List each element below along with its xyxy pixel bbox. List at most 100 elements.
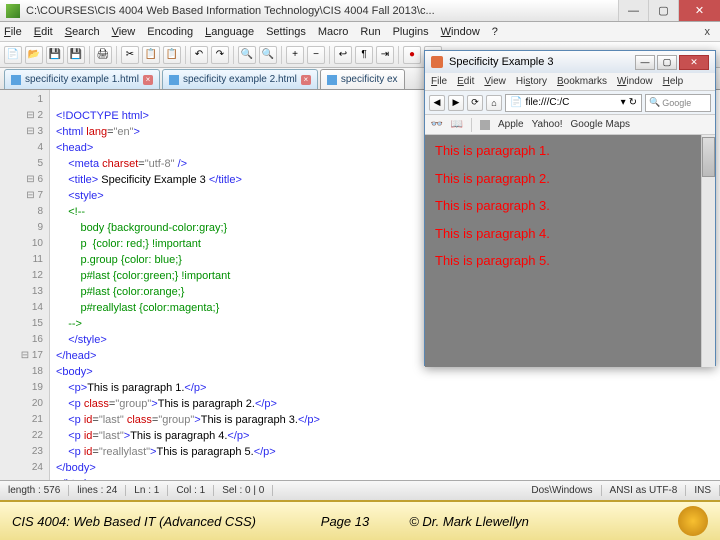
wrap-icon[interactable]: ↩ bbox=[334, 46, 352, 64]
status-ln: Ln : 1 bbox=[126, 485, 168, 496]
reload-button[interactable]: ⟳ bbox=[467, 95, 483, 111]
rendered-p4: This is paragraph 4. bbox=[435, 226, 705, 242]
zoom-out-icon[interactable]: − bbox=[307, 46, 325, 64]
show-chars-icon[interactable]: ¶ bbox=[355, 46, 373, 64]
macro-record-icon[interactable]: ● bbox=[403, 46, 421, 64]
save-icon[interactable]: 💾 bbox=[46, 46, 64, 64]
find-icon[interactable]: 🔍 bbox=[238, 46, 256, 64]
slide-footer: CIS 4004: Web Based IT (Advanced CSS) Pa… bbox=[0, 500, 720, 540]
print-icon[interactable]: 🖨 bbox=[94, 46, 112, 64]
go-button[interactable]: ↻ bbox=[629, 97, 637, 108]
zoom-in-icon[interactable]: + bbox=[286, 46, 304, 64]
status-length: length : 576 bbox=[0, 485, 69, 496]
footer-center: Page 13 bbox=[281, 514, 409, 529]
browser-menu-help[interactable]: Help bbox=[663, 76, 684, 87]
indent-icon[interactable]: ⇥ bbox=[376, 46, 394, 64]
browser-menu-edit[interactable]: Edit bbox=[457, 76, 474, 87]
tab-close-icon[interactable]: × bbox=[143, 75, 153, 85]
redo-icon[interactable]: ↷ bbox=[211, 46, 229, 64]
browser-app-icon bbox=[431, 56, 443, 68]
browser-close-button[interactable]: ✕ bbox=[679, 55, 709, 70]
browser-menu-history[interactable]: History bbox=[516, 76, 547, 87]
rendered-p5: This is paragraph 5. bbox=[435, 253, 705, 269]
tab-label: specificity example 2.html bbox=[183, 74, 297, 85]
menu-run[interactable]: Run bbox=[360, 26, 380, 38]
rendered-p1: This is paragraph 1. bbox=[435, 143, 705, 159]
replace-icon[interactable]: 🔍 bbox=[259, 46, 277, 64]
browser-titlebar: Specificity Example 3 — ▢ ✕ bbox=[425, 51, 715, 73]
rendered-p2: This is paragraph 2. bbox=[435, 171, 705, 187]
footer-right: © Dr. Mark Llewellyn bbox=[409, 514, 678, 529]
bookmark-apple-icon bbox=[480, 120, 490, 130]
tab-label: specificity ex bbox=[341, 74, 398, 85]
new-file-icon[interactable]: 📄 bbox=[4, 46, 22, 64]
menu-view[interactable]: View bbox=[112, 26, 136, 38]
search-engine-icon: 🔍 bbox=[649, 97, 660, 108]
open-file-icon[interactable]: 📂 bbox=[25, 46, 43, 64]
browser-menu-window[interactable]: Window bbox=[617, 76, 653, 87]
undo-icon[interactable]: ↶ bbox=[190, 46, 208, 64]
window-title: C:\COURSES\CIS 4004 Web Based Informatio… bbox=[26, 5, 618, 17]
status-encoding: ANSI as UTF-8 bbox=[602, 485, 687, 496]
back-button[interactable]: ◀ bbox=[429, 95, 445, 111]
menu-window[interactable]: Window bbox=[441, 26, 480, 38]
menu-macro[interactable]: Macro bbox=[318, 26, 349, 38]
menu-settings[interactable]: Settings bbox=[266, 26, 306, 38]
home-button[interactable]: ⌂ bbox=[486, 95, 502, 111]
tab-close-icon[interactable]: × bbox=[301, 75, 311, 85]
rendered-p3: This is paragraph 3. bbox=[435, 198, 705, 214]
browser-title: Specificity Example 3 bbox=[449, 56, 554, 68]
forward-button[interactable]: ▶ bbox=[448, 95, 464, 111]
tab-file-2[interactable]: specificity example 2.html × bbox=[162, 69, 318, 89]
search-field[interactable]: 🔍 Google bbox=[645, 94, 711, 112]
menu-close-x[interactable]: x bbox=[699, 26, 717, 38]
page-icon: 📄 bbox=[510, 97, 522, 108]
menu-language[interactable]: Language bbox=[205, 26, 254, 38]
footer-left: CIS 4004: Web Based IT (Advanced CSS) bbox=[12, 514, 281, 529]
browser-minimize-button[interactable]: — bbox=[635, 55, 655, 70]
bookmark-yahoo[interactable]: Yahoo! bbox=[532, 119, 563, 130]
tab-file-1[interactable]: specificity example 1.html × bbox=[4, 69, 160, 89]
browser-menubar: File Edit View History Bookmarks Window … bbox=[425, 73, 715, 91]
bookmark-apple[interactable]: Apple bbox=[498, 119, 524, 130]
save-all-icon[interactable]: 💾 bbox=[67, 46, 85, 64]
menu-encoding[interactable]: Encoding bbox=[147, 26, 193, 38]
bookmark-book-icon[interactable]: 📖 bbox=[451, 119, 463, 131]
file-icon bbox=[11, 75, 21, 85]
bookmark-readinglist-icon[interactable]: 👓 bbox=[431, 119, 443, 131]
cut-icon[interactable]: ✂ bbox=[121, 46, 139, 64]
footer-logo-icon bbox=[678, 506, 708, 536]
line-gutter: 1⊟ 2 ⊟ 34 5⊟ 6 ⊟ 78 910 1112 1314 1516 ⊟… bbox=[0, 90, 50, 480]
browser-menu-bookmarks[interactable]: Bookmarks bbox=[557, 76, 607, 87]
close-button[interactable]: ✕ bbox=[678, 0, 720, 21]
browser-scrollbar[interactable] bbox=[701, 135, 715, 367]
browser-menu-view[interactable]: View bbox=[484, 76, 506, 87]
dropdown-icon[interactable]: ▾ bbox=[621, 97, 626, 108]
menu-help[interactable]: ? bbox=[492, 26, 498, 38]
browser-window: Specificity Example 3 — ▢ ✕ File Edit Vi… bbox=[424, 50, 716, 366]
copy-icon[interactable]: 📋 bbox=[142, 46, 160, 64]
app-icon bbox=[6, 4, 20, 18]
file-icon bbox=[169, 75, 179, 85]
bookmark-gmaps[interactable]: Google Maps bbox=[571, 119, 630, 130]
tab-label: specificity example 1.html bbox=[25, 74, 139, 85]
scrollbar-thumb[interactable] bbox=[702, 137, 715, 177]
menu-search[interactable]: Search bbox=[65, 26, 100, 38]
browser-menu-file[interactable]: File bbox=[431, 76, 447, 87]
tab-file-3[interactable]: specificity ex bbox=[320, 69, 405, 89]
paste-icon[interactable]: 📋 bbox=[163, 46, 181, 64]
browser-viewport[interactable]: This is paragraph 1. This is paragraph 2… bbox=[425, 135, 715, 367]
maximize-button[interactable]: ▢ bbox=[648, 0, 678, 21]
file-icon bbox=[327, 75, 337, 85]
address-field[interactable]: 📄 file:///C:/C ▾ ↻ bbox=[505, 94, 642, 112]
menu-file[interactable]: File bbox=[4, 26, 22, 38]
minimize-button[interactable]: — bbox=[618, 0, 648, 21]
status-eol: Dos\Windows bbox=[523, 485, 601, 496]
browser-urlbar: ◀ ▶ ⟳ ⌂ 📄 file:///C:/C ▾ ↻ 🔍 Google bbox=[425, 91, 715, 115]
menu-edit[interactable]: Edit bbox=[34, 26, 53, 38]
browser-maximize-button[interactable]: ▢ bbox=[657, 55, 677, 70]
window-titlebar: C:\COURSES\CIS 4004 Web Based Informatio… bbox=[0, 0, 720, 22]
status-col: Col : 1 bbox=[168, 485, 214, 496]
status-ins: INS bbox=[686, 485, 720, 496]
menu-plugins[interactable]: Plugins bbox=[393, 26, 429, 38]
